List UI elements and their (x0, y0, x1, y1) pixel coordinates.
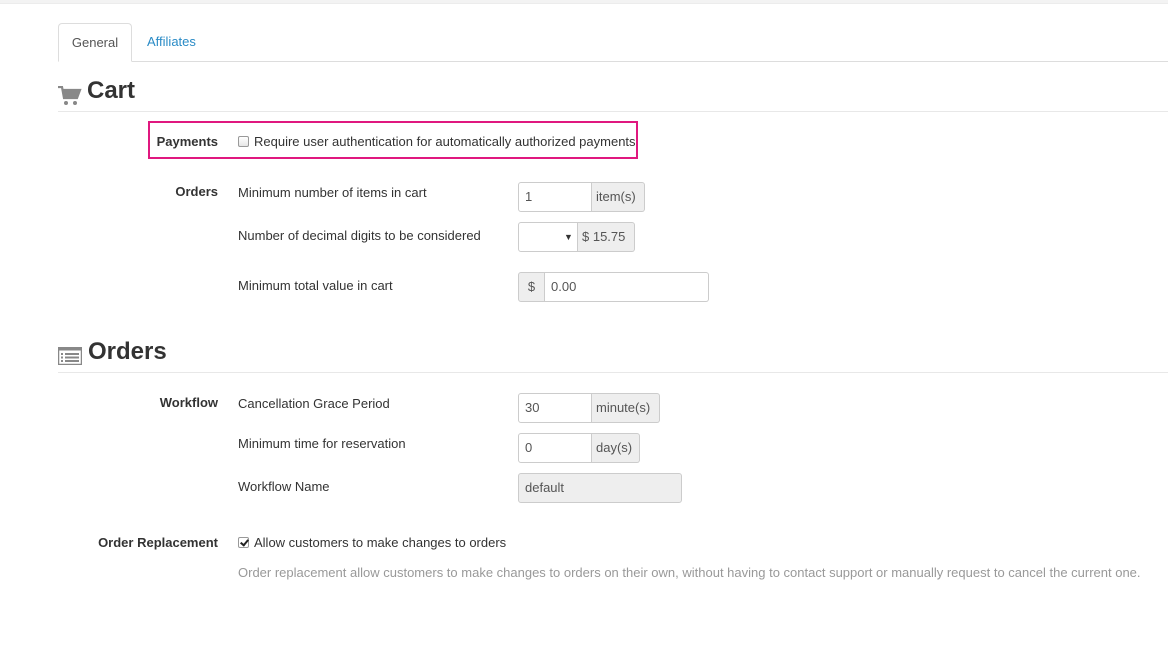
workflow-label: Workflow (159, 395, 218, 410)
workflow-name-label: Workflow Name (238, 479, 330, 494)
order-replacement-help: Order replacement allow customers to mak… (238, 565, 1141, 580)
chevron-down-icon: ▼ (564, 232, 573, 242)
tab-affiliates[interactable]: Affiliates (135, 23, 208, 61)
reservation-input[interactable]: 0 (518, 433, 592, 463)
min-items-unit: item(s) (592, 182, 645, 212)
order-replacement-checkbox-label: Allow customers to make changes to order… (254, 535, 507, 550)
grace-period-unit: minute(s) (592, 393, 660, 423)
list-icon (57, 346, 83, 368)
cart-orders-label: Orders (175, 184, 218, 199)
tab-general[interactable]: General (58, 23, 132, 62)
grace-period-input[interactable]: 30 (518, 393, 592, 423)
payments-label: Payments (156, 134, 218, 149)
min-items-label: Minimum number of items in cart (238, 185, 427, 200)
min-items-input[interactable]: 1 (518, 182, 592, 212)
decimal-digits-label: Number of decimal digits to be considere… (238, 228, 481, 243)
order-replacement-checkbox[interactable] (238, 537, 249, 548)
min-total-currency: $ (518, 272, 545, 302)
reservation-unit: day(s) (592, 433, 640, 463)
cart-icon (58, 85, 82, 109)
workflow-name-input[interactable]: default (518, 473, 682, 503)
cart-title: Cart (87, 77, 136, 104)
reservation-label: Minimum time for reservation (238, 436, 406, 451)
decimal-digits-preview: $ 15.75 (578, 222, 635, 252)
min-total-label: Minimum total value in cart (238, 278, 393, 293)
orders-title: Orders (88, 338, 167, 365)
cart-section-header: Cart (58, 77, 1168, 112)
orders-section-header: Orders (57, 338, 1168, 373)
min-total-input[interactable]: 0.00 (545, 272, 709, 302)
grace-period-label: Cancellation Grace Period (238, 396, 390, 411)
payments-auth-label: Require user authentication for automati… (254, 134, 636, 149)
top-divider (0, 0, 1168, 4)
tab-bar: General Affiliates (58, 23, 1168, 62)
order-replacement-label: Order Replacement (98, 535, 218, 550)
payments-auth-checkbox[interactable] (238, 136, 249, 147)
